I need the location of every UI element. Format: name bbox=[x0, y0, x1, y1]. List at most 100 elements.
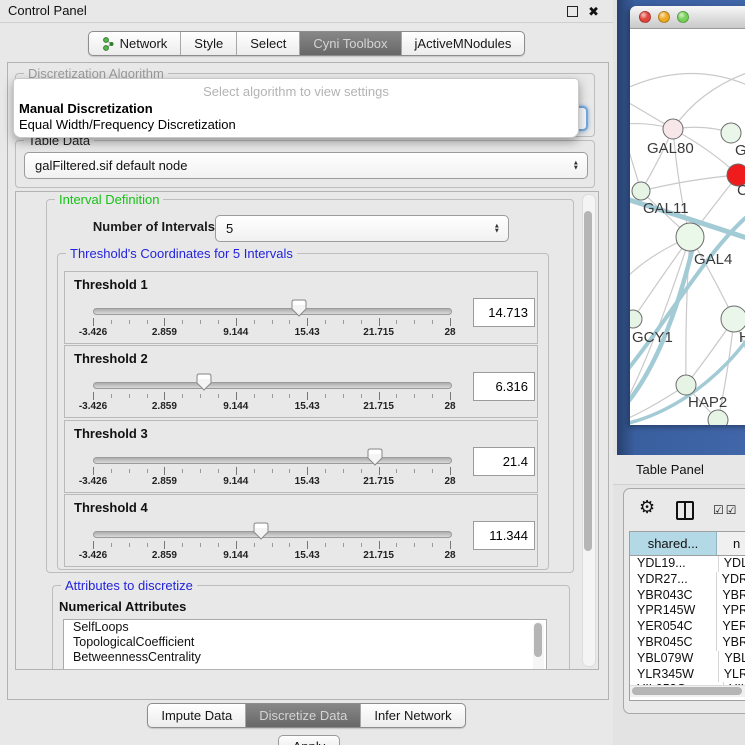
network-icon bbox=[102, 37, 115, 51]
slider-tick-label: 2.859 bbox=[152, 401, 177, 412]
slider-track[interactable] bbox=[93, 308, 452, 315]
table-row[interactable]: YPR145WYPR1 bbox=[630, 603, 745, 619]
attribute-item-betweennesscentrality[interactable]: BetweennessCentrality bbox=[64, 650, 546, 665]
tab-cyni-toolbox[interactable]: Cyni Toolbox bbox=[299, 32, 400, 55]
network-window: GAL80GACGAL11GAL4GCY1HHAP2 bbox=[630, 6, 745, 425]
number-of-intervals-combobox[interactable]: 5 ▲▼ bbox=[215, 215, 509, 242]
network-node[interactable] bbox=[676, 223, 704, 251]
slider-track[interactable] bbox=[93, 457, 452, 464]
number-of-intervals-label: Number of Intervals bbox=[67, 219, 215, 234]
cell-shared-name[interactable]: YLR345W bbox=[630, 667, 719, 683]
column-header-name[interactable]: n bbox=[717, 532, 745, 555]
slider-thumb[interactable] bbox=[196, 373, 212, 391]
bottom-tab-impute-data[interactable]: Impute Data bbox=[148, 704, 245, 727]
float-window-icon[interactable] bbox=[567, 6, 578, 17]
algorithm-option-manual-discretization[interactable]: Manual Discretization bbox=[18, 101, 574, 116]
cell-name[interactable]: YER0 bbox=[717, 619, 745, 635]
algorithm-option-equal-width-frequency-discretization[interactable]: Equal Width/Frequency Discretization bbox=[18, 117, 574, 132]
slider-tick bbox=[432, 320, 433, 324]
select-columns-icon[interactable]: ☑☑ bbox=[713, 503, 739, 517]
bottom-tab-discretize-data[interactable]: Discretize Data bbox=[245, 704, 360, 727]
slider-tick-label: 21.715 bbox=[363, 550, 394, 561]
cell-shared-name[interactable]: YBR045C bbox=[630, 635, 717, 651]
threshold-value-field[interactable] bbox=[473, 298, 535, 327]
cell-shared-name[interactable]: YDR27... bbox=[630, 572, 717, 588]
cell-shared-name[interactable]: YPR145W bbox=[630, 603, 717, 619]
network-edge[interactable] bbox=[633, 237, 690, 319]
slider-tick bbox=[236, 318, 237, 326]
slider-tick-label: 2.859 bbox=[152, 327, 177, 338]
slider-track[interactable] bbox=[93, 531, 452, 538]
network-canvas[interactable]: GAL80GACGAL11GAL4GCY1HHAP2 bbox=[630, 29, 745, 425]
threshold-slider[interactable]: -3.4262.8599.14415.4321.71528 bbox=[93, 272, 450, 343]
slider-thumb[interactable] bbox=[367, 448, 383, 466]
network-node[interactable] bbox=[721, 123, 741, 143]
threshold-value-field[interactable] bbox=[473, 521, 535, 550]
slider-tick bbox=[325, 320, 326, 324]
cell-shared-name[interactable]: YER054C bbox=[630, 619, 717, 635]
table-row[interactable]: YER054CYER0 bbox=[630, 619, 745, 635]
slider-thumb[interactable] bbox=[291, 299, 307, 317]
table-row[interactable]: YBR045CYBR0 bbox=[630, 635, 745, 651]
gear-icon[interactable]: ⚙ bbox=[639, 498, 655, 516]
threshold-slider[interactable]: -3.4262.8599.14415.4321.71528 bbox=[93, 495, 450, 566]
table-row[interactable]: YDL19...YDL1 bbox=[630, 556, 745, 572]
cell-shared-name[interactable]: YDL19... bbox=[630, 556, 719, 572]
cell-name[interactable]: YBL0 bbox=[719, 651, 745, 667]
attribute-item-topologicalcoefficient[interactable]: TopologicalCoefficient bbox=[64, 635, 546, 650]
network-node[interactable] bbox=[630, 310, 642, 328]
slider-tick bbox=[272, 320, 273, 324]
cell-name[interactable]: YBR0 bbox=[717, 588, 745, 604]
slider-tick bbox=[200, 320, 201, 324]
tab-style[interactable]: Style bbox=[180, 32, 236, 55]
network-node[interactable] bbox=[663, 119, 683, 139]
slider-tick-label: 28 bbox=[444, 476, 455, 487]
apply-button[interactable]: Apply bbox=[278, 735, 340, 745]
tab-select[interactable]: Select bbox=[236, 32, 299, 55]
slider-tick bbox=[93, 318, 94, 326]
attribute-item-selfloops[interactable]: SelfLoops bbox=[64, 620, 546, 635]
cell-name[interactable]: YDL1 bbox=[719, 556, 745, 572]
tab-network[interactable]: Network bbox=[89, 32, 181, 55]
cell-shared-name[interactable]: YBR043C bbox=[630, 588, 717, 604]
tab-label: Infer Network bbox=[374, 708, 451, 723]
slider-thumb[interactable] bbox=[253, 522, 269, 540]
table-row[interactable]: YDR27...YDR2 bbox=[630, 572, 745, 588]
column-header-shared-name[interactable]: shared... bbox=[630, 532, 717, 555]
close-traffic-light[interactable] bbox=[639, 11, 651, 23]
slider-tick bbox=[361, 320, 362, 324]
network-node[interactable] bbox=[708, 410, 728, 425]
cell-name[interactable]: YDR2 bbox=[717, 572, 745, 588]
minimize-traffic-light[interactable] bbox=[658, 11, 670, 23]
threshold-value-field[interactable] bbox=[473, 447, 535, 476]
threshold-slider[interactable]: -3.4262.8599.14415.4321.71528 bbox=[93, 346, 450, 417]
bottom-tab-infer-network[interactable]: Infer Network bbox=[360, 704, 464, 727]
network-edge[interactable] bbox=[641, 175, 738, 191]
threshold-panel: Threshold 1 -3.4262.8599.14415.4321.7152… bbox=[64, 271, 538, 344]
cell-shared-name[interactable]: YBL079W bbox=[630, 651, 719, 667]
tab-jactivemnodules[interactable]: jActiveMNodules bbox=[401, 32, 525, 55]
close-icon[interactable]: ✖ bbox=[588, 5, 599, 18]
cell-name[interactable]: YLR3 bbox=[719, 667, 745, 683]
table-data-combobox[interactable]: galFiltered.sif default node ▲▼ bbox=[24, 152, 588, 179]
table-row[interactable]: YBL079WYBL0 bbox=[630, 651, 745, 667]
slider-track[interactable] bbox=[93, 382, 452, 389]
table-panel: ⚙ ☑☑ shared... n YDL19...YDL1YDR27...YDR… bbox=[623, 488, 745, 714]
slider-tick bbox=[379, 318, 380, 326]
threshold-value-field[interactable] bbox=[473, 372, 535, 401]
table-row[interactable]: YBR043CYBR0 bbox=[630, 588, 745, 604]
split-columns-icon[interactable] bbox=[676, 501, 694, 520]
slider-tick bbox=[414, 469, 415, 473]
settings-scrollbar[interactable] bbox=[582, 194, 596, 667]
list-scrollbar[interactable] bbox=[533, 622, 544, 670]
network-node[interactable] bbox=[676, 375, 696, 395]
threshold-slider[interactable]: -3.4262.8599.14415.4321.71528 bbox=[93, 421, 450, 492]
network-node[interactable] bbox=[632, 182, 650, 200]
network-window-titlebar[interactable] bbox=[630, 6, 745, 29]
table-row[interactable]: YLR345WYLR3 bbox=[630, 667, 745, 683]
zoom-traffic-light[interactable] bbox=[677, 11, 689, 23]
cell-name[interactable]: YBR0 bbox=[717, 635, 745, 651]
table-horizontal-scrollbar[interactable] bbox=[630, 685, 745, 697]
cell-name[interactable]: YPR1 bbox=[717, 603, 745, 619]
slider-tick bbox=[325, 469, 326, 473]
